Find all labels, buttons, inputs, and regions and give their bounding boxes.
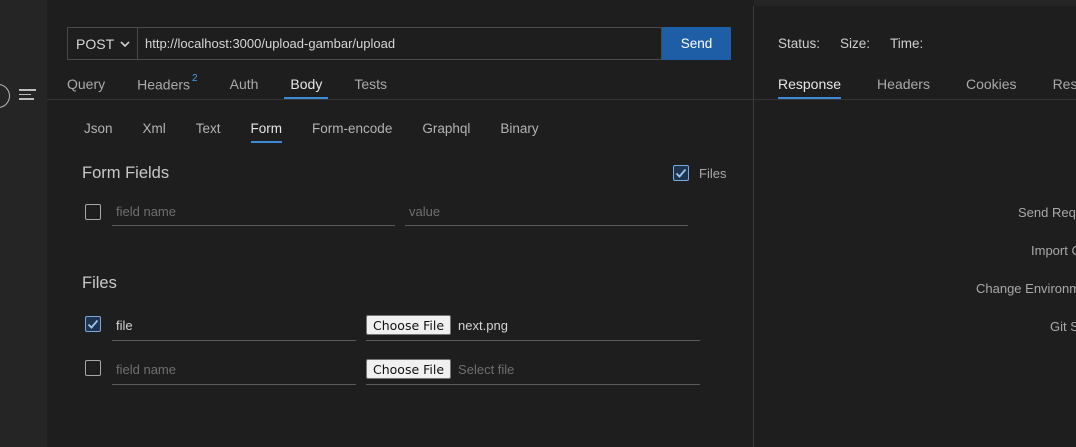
size-label: Size:: [840, 36, 871, 51]
sort-lines-icon[interactable]: [19, 89, 36, 103]
checkmark-icon: [87, 319, 99, 329]
method-select[interactable]: POST: [67, 27, 138, 60]
tab-label: Query: [67, 76, 106, 92]
body-type-tabs: Json Xml Text Form Form-encode Graphql B…: [84, 112, 569, 144]
request-tabs: Query Headers 2 Auth Body Tests: [67, 66, 419, 100]
shortcut-git-sync: Git Sync: [1050, 319, 1076, 334]
request-panel: POST http://localhost:3000/upload-gambar…: [47, 0, 753, 447]
url-input[interactable]: http://localhost:3000/upload-gambar/uplo…: [138, 27, 662, 60]
form-fields-title: Form Fields: [82, 164, 170, 182]
field-value-input[interactable]: value: [405, 198, 688, 226]
chevron-down-icon: [120, 41, 130, 48]
tab-label: Auth: [229, 76, 259, 92]
method-value: POST: [76, 35, 115, 52]
circle-icon[interactable]: [0, 84, 10, 108]
file-picker: Choose File next.png: [366, 310, 700, 341]
choose-file-button[interactable]: Choose File: [366, 315, 452, 335]
files-title: Files: [82, 274, 117, 292]
file-row-checkbox[interactable]: [85, 360, 101, 376]
tab-label: Tests: [354, 76, 388, 92]
form-row-checkbox[interactable]: [85, 204, 101, 220]
body-tab-text[interactable]: Text: [196, 112, 221, 144]
headers-count-badge: 2: [192, 73, 198, 84]
tab-body[interactable]: Body: [284, 66, 329, 100]
file-picker: Choose File Select file: [366, 354, 700, 385]
file-row: file Choose File next.png: [85, 310, 700, 341]
files-toggle[interactable]: Files: [663, 165, 726, 181]
response-panel: Status: Size: Time: Response Headers Coo…: [754, 0, 1076, 447]
files-checkbox[interactable]: [673, 165, 689, 181]
tab-query[interactable]: Query: [67, 66, 105, 100]
field-name-input[interactable]: field name: [112, 198, 395, 226]
file-row-checkbox[interactable]: [85, 316, 101, 332]
divider: [754, 99, 1076, 100]
checkmark-icon: [675, 168, 687, 178]
send-button[interactable]: Send: [662, 27, 731, 60]
response-status-row: Status: Size: Time:: [778, 36, 943, 51]
form-field-row: field name value: [85, 198, 688, 226]
divider: [47, 99, 753, 100]
selected-file-name: next.png: [458, 317, 508, 333]
time-label: Time:: [890, 36, 924, 51]
tab-auth[interactable]: Auth: [230, 66, 259, 100]
body-tab-xml[interactable]: Xml: [143, 112, 166, 144]
tab-label: Headers: [137, 76, 191, 93]
tab-tests[interactable]: Tests: [354, 66, 387, 100]
left-sidebar: [0, 0, 47, 447]
tab-cookies[interactable]: Cookies: [966, 66, 1017, 100]
response-tabs: Response Headers Cookies Results: [778, 66, 1076, 100]
files-toggle-label: Files: [699, 165, 727, 181]
body-tab-binary[interactable]: Binary: [500, 112, 538, 144]
body-tab-graphql[interactable]: Graphql: [422, 112, 470, 144]
tab-response[interactable]: Response: [778, 66, 842, 100]
file-field-name[interactable]: field name: [112, 354, 356, 385]
tab-headers[interactable]: Headers 2: [137, 66, 197, 100]
url-bar: POST http://localhost:3000/upload-gambar…: [67, 27, 731, 60]
body-tab-form-encode[interactable]: Form-encode: [312, 112, 392, 144]
tab-response-headers[interactable]: Headers: [877, 66, 930, 100]
body-tab-form[interactable]: Form: [250, 112, 282, 144]
tab-results[interactable]: Results: [1053, 66, 1076, 100]
tab-label: Body: [290, 76, 323, 92]
body-tab-json[interactable]: Json: [84, 112, 113, 144]
shortcut-import-curl: Import Curl: [1031, 243, 1076, 258]
file-field-name[interactable]: file: [112, 310, 356, 341]
shortcut-change-environment: Change Environment: [976, 281, 1076, 296]
selected-file-name: Select file: [458, 361, 515, 377]
shortcut-send-request: Send Request: [1018, 205, 1076, 220]
choose-file-button[interactable]: Choose File: [366, 359, 452, 379]
status-label: Status:: [778, 36, 821, 51]
file-row: field name Choose File Select file: [85, 354, 700, 385]
